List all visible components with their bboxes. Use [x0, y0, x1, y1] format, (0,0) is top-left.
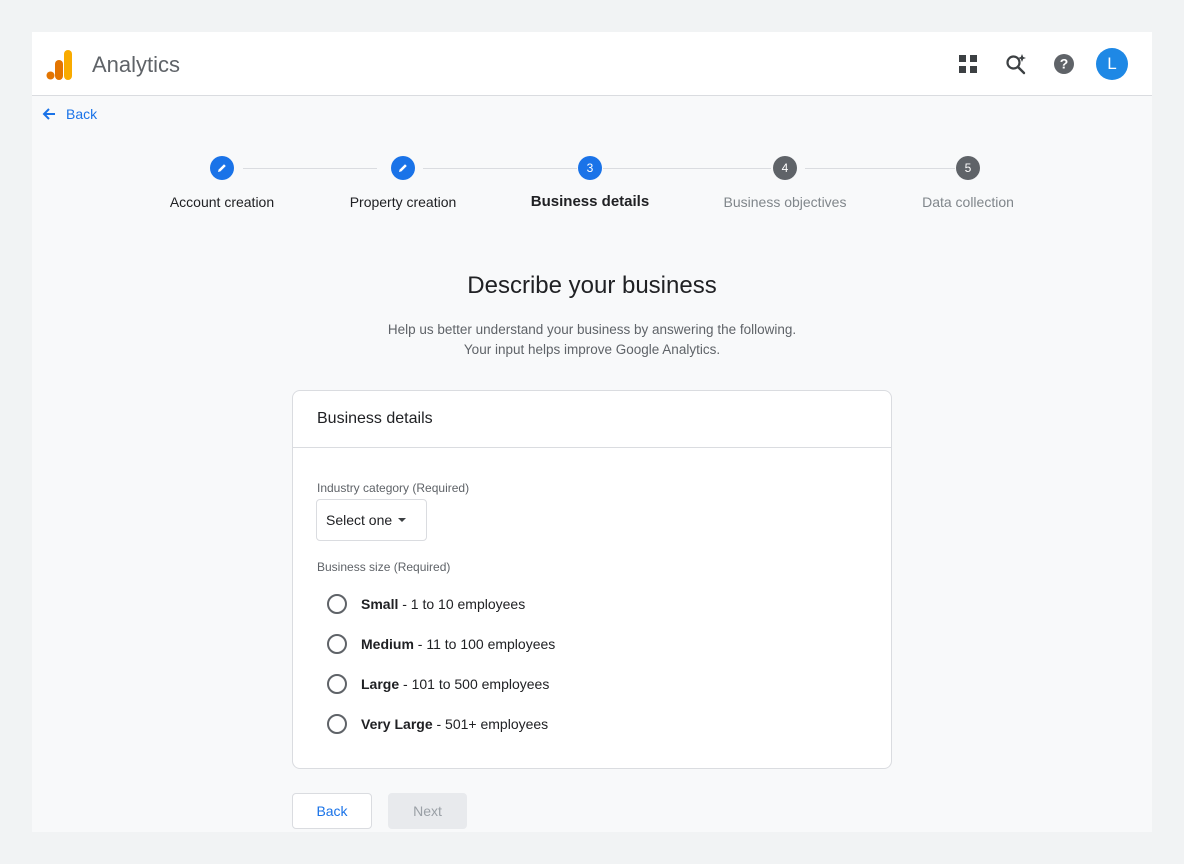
- business-size-label: Business size (Required): [317, 560, 451, 574]
- analytics-logo[interactable]: [46, 50, 74, 80]
- option-detail: - 1 to 10 employees: [398, 596, 526, 612]
- size-option-large[interactable]: Large - 101 to 500 employees: [327, 674, 549, 694]
- arrow-back-icon: [42, 108, 55, 120]
- industry-category-select[interactable]: Select one: [316, 499, 427, 541]
- radio-button[interactable]: [327, 714, 347, 734]
- help-icon[interactable]: ?: [1052, 52, 1076, 76]
- radio-button[interactable]: [327, 594, 347, 614]
- step-label: Account creation: [169, 194, 275, 210]
- page-title: Describe your business: [467, 272, 717, 299]
- step-account-creation: Account creation: [132, 156, 312, 210]
- app-window: Analytics ? L Back Account creation Prop…: [32, 32, 1152, 832]
- option-detail: - 101 to 500 employees: [399, 676, 550, 692]
- apps-grid-icon[interactable]: [956, 52, 980, 76]
- size-option-medium[interactable]: Medium - 11 to 100 employees: [327, 634, 555, 654]
- size-option-very-large[interactable]: Very Large - 501+ employees: [327, 714, 548, 734]
- edit-icon: [210, 156, 234, 180]
- step-number: 3: [578, 156, 602, 180]
- option-name: Small: [361, 596, 399, 612]
- step-label: Business objectives: [723, 194, 847, 210]
- step-label: Data collection: [922, 194, 1014, 210]
- card-title: Business details: [293, 391, 891, 448]
- step-business-details: 3 Business details: [500, 156, 680, 210]
- option-detail: - 11 to 100 employees: [413, 636, 556, 652]
- step-data-collection: 5 Data collection: [878, 156, 1058, 210]
- edit-icon: [391, 156, 415, 180]
- next-button[interactable]: Next: [388, 793, 467, 829]
- step-number: 5: [956, 156, 980, 180]
- step-label: Property creation: [349, 194, 457, 210]
- option-detail: - 501+ employees: [432, 716, 549, 732]
- back-link-label: Back: [66, 106, 98, 122]
- page-description: Help us better understand your business …: [32, 320, 1152, 360]
- step-number: 4: [773, 156, 797, 180]
- back-link[interactable]: Back: [42, 106, 97, 122]
- radio-button[interactable]: [327, 674, 347, 694]
- industry-category-label: Industry category (Required): [317, 481, 470, 495]
- top-bar: Analytics ? L: [32, 32, 1152, 96]
- option-name: Very Large: [361, 716, 433, 732]
- option-name: Large: [361, 676, 400, 692]
- description-line: Help us better understand your business …: [387, 322, 797, 337]
- option-name: Medium: [361, 636, 414, 652]
- svg-text:?: ?: [1060, 56, 1069, 72]
- step-business-objectives: 4 Business objectives: [695, 156, 875, 210]
- step-property-creation: Property creation: [313, 156, 493, 210]
- size-option-small[interactable]: Small - 1 to 10 employees: [327, 594, 525, 614]
- dropdown-arrow-icon: [398, 518, 407, 522]
- radio-button[interactable]: [327, 634, 347, 654]
- select-value: Select one: [326, 512, 393, 528]
- step-label: Business details: [530, 193, 650, 210]
- back-button[interactable]: Back: [292, 793, 372, 829]
- description-line: Your input helps improve Google Analytic…: [463, 342, 721, 357]
- search-insights-icon[interactable]: [1004, 52, 1028, 76]
- business-details-card: Business details Industry category (Requ…: [292, 390, 892, 769]
- account-avatar[interactable]: L: [1096, 48, 1128, 80]
- app-title: Analytics: [92, 52, 181, 77]
